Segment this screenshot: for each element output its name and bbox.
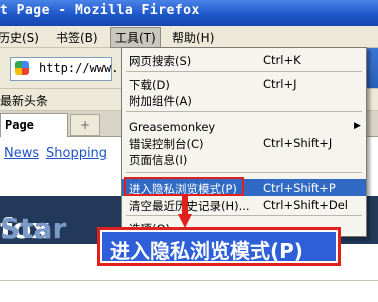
google-favicon-icon bbox=[15, 61, 29, 75]
link-news[interactable]: News bbox=[4, 146, 39, 161]
divider bbox=[0, 280, 378, 281]
menu-separator bbox=[126, 111, 362, 112]
url-text: http://www. bbox=[39, 61, 119, 75]
menu-help[interactable]: 帮助(H) bbox=[172, 29, 214, 46]
tools-menu: 网页搜索(S) Ctrl+K 下载(D) Ctrl+J 附加组件(A) Grease… bbox=[121, 47, 367, 237]
url-bar[interactable]: http://www. bbox=[10, 57, 118, 81]
menu-item-clear-history[interactable]: 清空最近历史记录(H)... Ctrl+Shift+Del bbox=[122, 196, 366, 213]
menu-separator bbox=[126, 71, 362, 72]
red-arrow-icon bbox=[178, 196, 192, 228]
menu-item-greasemonkey[interactable]: Greasemonkey ▶ bbox=[122, 118, 366, 135]
tab-label: Page bbox=[5, 118, 34, 132]
submenu-arrow-icon: ▶ bbox=[354, 121, 361, 131]
menu-tools[interactable]: 工具(T) bbox=[110, 27, 161, 48]
callout-label: 进入隐私浏览模式(P) bbox=[97, 227, 341, 266]
callout-text: 进入隐私浏览模式(P) bbox=[110, 239, 303, 263]
callout-inner: 进入隐私浏览模式(P) bbox=[102, 232, 336, 263]
window-title: t Page - Mozilla Firefox bbox=[0, 3, 200, 18]
new-tab-button[interactable]: + bbox=[70, 114, 100, 136]
menu-item-page-info[interactable]: 页面信息(I) bbox=[122, 150, 366, 167]
link-shopping[interactable]: Shopping bbox=[46, 146, 107, 161]
menu-item-error-console[interactable]: 错误控制台(C) Ctrl+Shift+J bbox=[122, 134, 366, 151]
menu-item-downloads[interactable]: 下载(D) Ctrl+J bbox=[122, 75, 366, 92]
menu-separator bbox=[126, 172, 362, 173]
menu-separator bbox=[126, 215, 362, 216]
bookmark-item[interactable]: 最新头条 bbox=[0, 92, 48, 109]
menu-history[interactable]: 历史(S) bbox=[0, 29, 39, 46]
menu-item-web-search[interactable]: 网页搜索(S) Ctrl+K bbox=[122, 51, 366, 68]
highlight-box bbox=[124, 177, 244, 196]
menu-bookmarks[interactable]: 书签(B) bbox=[56, 29, 98, 46]
menu-bar: 历史(S) 书签(B) 工具(T) 帮助(H) bbox=[0, 26, 378, 48]
menu-item-addons[interactable]: 附加组件(A) bbox=[122, 91, 366, 108]
title-bar: t Page - Mozilla Firefox bbox=[0, 0, 378, 26]
tab-active[interactable]: Page bbox=[0, 113, 68, 137]
